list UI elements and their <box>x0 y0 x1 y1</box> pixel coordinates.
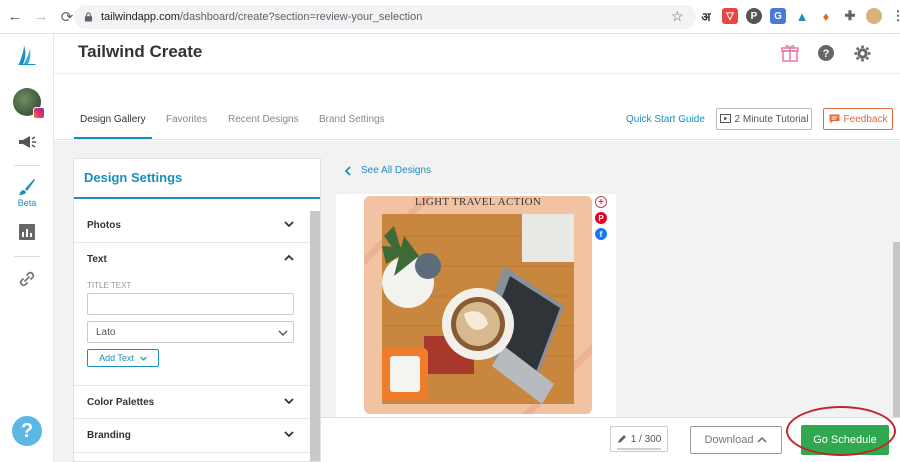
design-settings-panel: Design Settings Photos Text TITLE TEXT L… <box>73 158 321 462</box>
avatar <box>13 88 45 119</box>
help-icon: ? <box>12 416 42 446</box>
coffee-flatlay-photo <box>364 196 592 414</box>
add-icon[interactable]: + <box>595 196 607 208</box>
tutorial-button[interactable]: 2 Minute Tutorial <box>716 108 812 130</box>
design-heading-text: LIGHT TRAVEL ACTION <box>414 196 542 208</box>
section-branding[interactable]: Branding <box>74 419 310 453</box>
megaphone-icon <box>19 136 36 148</box>
instagram-icon <box>33 107 45 119</box>
svg-text:?: ? <box>823 48 830 60</box>
left-sidebar: Beta ? <box>0 34 54 462</box>
forward-icon[interactable]: → <box>30 6 52 28</box>
beta-label: Beta <box>17 198 37 208</box>
chevron-down-icon <box>284 398 294 405</box>
section-text-label: Text <box>87 254 107 265</box>
pencil-icon <box>617 435 626 443</box>
feedback-button[interactable]: Feedback <box>823 108 893 130</box>
browser-toolbar: ← → ⟳ tailwindapp.com/dashboard/create?s… <box>0 0 900 34</box>
section-photos[interactable]: Photos <box>74 209 310 243</box>
url-path: /dashboard/create?section=review-your_se… <box>179 11 423 23</box>
chevron-down-icon <box>284 221 294 228</box>
puzzle-icon[interactable]: ✚ <box>842 8 858 24</box>
add-text-button[interactable]: Add Text <box>87 349 159 367</box>
feedback-label: Feedback <box>843 113 888 125</box>
sidebar-item-insights[interactable] <box>0 224 54 240</box>
tailwind-logo[interactable] <box>0 44 54 66</box>
quick-start-link[interactable]: Quick Start Guide <box>626 114 705 125</box>
section-color-palettes-label: Color Palettes <box>87 397 155 408</box>
share-actions: + P f <box>594 196 608 240</box>
bookmark-star-icon[interactable]: ☆ <box>671 8 684 25</box>
flag-icon[interactable]: ♦ <box>818 8 834 24</box>
pocket-icon[interactable]: ▽ <box>722 8 738 24</box>
chevron-down-icon <box>284 431 294 438</box>
address-bar[interactable]: tailwindapp.com/dashboard/create?section… <box>74 5 696 29</box>
active-tab-indicator <box>74 137 152 139</box>
page-title: Tailwind Create <box>78 42 203 61</box>
lock-icon <box>84 12 93 22</box>
facebook-icon[interactable]: f <box>595 228 607 240</box>
section-text[interactable]: Text <box>74 243 310 277</box>
tab-recent-designs[interactable]: Recent Designs <box>228 114 299 125</box>
tutorial-label: 2 Minute Tutorial <box>734 113 809 125</box>
question-icon[interactable]: ? <box>817 44 835 62</box>
panel-title: Design Settings <box>84 170 183 185</box>
title-text-input[interactable] <box>87 293 294 315</box>
section-branding-label: Branding <box>87 430 131 441</box>
tab-brand-settings[interactable]: Brand Settings <box>319 114 385 125</box>
title-text-label: TITLE TEXT <box>87 281 132 290</box>
highlight-annotation <box>786 406 896 456</box>
see-all-designs-link[interactable]: See All Designs <box>344 165 431 176</box>
font-select-value: Lato <box>96 326 116 338</box>
back-icon[interactable]: ← <box>4 6 26 28</box>
add-text-label: Add Text <box>99 353 134 363</box>
menu-icon[interactable]: ⋮ <box>890 8 900 24</box>
chevron-left-icon <box>344 165 351 176</box>
sidebar-item-publisher[interactable] <box>0 134 54 150</box>
hindi-icon[interactable]: अ <box>698 8 714 24</box>
app-header: Tailwind Create ? <box>54 34 900 74</box>
counter-value: 1 / 300 <box>630 433 662 445</box>
canvas-scrollbar[interactable] <box>893 242 900 418</box>
design-preview[interactable]: LIGHT TRAVEL ACTION <box>364 196 592 414</box>
download-label: Download <box>704 434 754 446</box>
tab-design-gallery[interactable]: Design Gallery <box>80 114 146 125</box>
brush-icon <box>19 179 35 195</box>
section-color-palettes[interactable]: Color Palettes <box>74 385 310 419</box>
tailwind-ext-icon[interactable]: ▲ <box>794 8 810 24</box>
gift-icon[interactable] <box>781 44 799 62</box>
play-screen-icon <box>719 114 731 123</box>
sidebar-item-create[interactable]: Beta <box>0 178 54 208</box>
tailwind-logo-icon <box>18 45 36 65</box>
chevron-up-icon <box>284 254 294 261</box>
chevron-down-icon <box>140 356 147 361</box>
download-button[interactable]: Download <box>690 426 782 454</box>
gear-icon[interactable] <box>853 44 871 62</box>
panel-scrollbar[interactable] <box>310 211 320 461</box>
bar-chart-icon <box>19 224 35 240</box>
tab-bar: Design Gallery Favorites Recent Designs … <box>54 104 900 140</box>
sidebar-item-links[interactable] <box>0 270 54 288</box>
tab-favorites[interactable]: Favorites <box>166 114 207 125</box>
chevron-down-icon <box>278 330 288 336</box>
translate-icon[interactable]: G <box>770 8 786 24</box>
chat-icon <box>829 114 840 124</box>
font-select[interactable]: Lato <box>87 321 294 343</box>
chevron-up-icon <box>757 436 768 443</box>
section-photos-label: Photos <box>87 220 121 231</box>
pinterest-icon[interactable]: P <box>746 8 762 24</box>
profile-icon[interactable] <box>866 8 882 24</box>
account-avatar[interactable] <box>0 88 54 119</box>
pinterest-icon[interactable]: P <box>595 212 607 224</box>
help-button[interactable]: ? <box>0 416 54 446</box>
url-host: tailwindapp.com <box>101 11 180 23</box>
link-icon <box>19 271 35 287</box>
see-all-label: See All Designs <box>361 165 432 176</box>
